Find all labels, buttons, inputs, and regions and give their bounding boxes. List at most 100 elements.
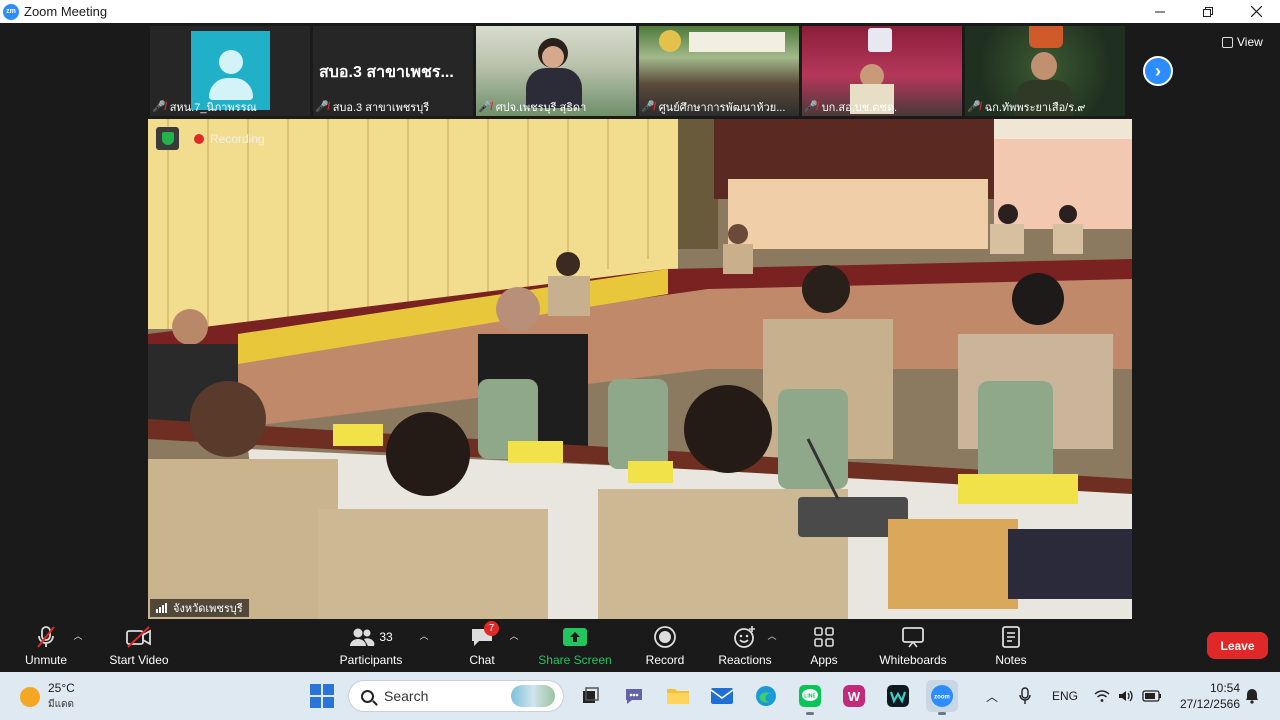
mic-muted-icon: 🎤̸ [315,101,329,113]
microphone-icon [1019,687,1031,704]
teams-chat-button[interactable] [618,680,650,712]
participant-name: สหน.7_นิภาพรรณ [169,101,257,114]
next-page-button[interactable]: › [1143,56,1173,86]
whiteboards-button[interactable]: Whiteboards [874,619,952,672]
participants-icon [350,628,375,646]
reactions-options-button[interactable]: ︿ [764,619,780,672]
start-video-button[interactable]: Start Video [104,619,174,672]
weather-description: มีแดด [48,699,75,710]
taskbar-search[interactable]: Search [348,680,564,712]
participant-name: บก.สอ.บช.ตชด. [821,101,898,114]
record-icon [654,625,676,648]
app-w-button[interactable]: W [838,680,870,712]
participants-options-button[interactable]: ︿ [416,619,432,672]
task-view-button[interactable] [574,680,606,712]
start-button[interactable] [310,684,334,708]
view-button[interactable]: View [1222,35,1263,49]
unmute-button[interactable]: Unmute [22,619,70,672]
volume-icon [1119,690,1133,702]
participant-name: ศูนย์ศึกษาการพัฒนาห้วย... [658,101,786,114]
participant-name: ศปจ.เพชรบุรี สุธิดา [495,101,587,114]
share-screen-button[interactable]: Share Screen [537,619,613,672]
taskbar-clock[interactable]: 10:54 27/12/2566 [1170,680,1240,712]
search-highlight-image [511,685,555,707]
chevron-up-icon: ︿ [986,689,999,704]
share-screen-icon [563,627,587,646]
speaker-name-label: จังหวัดเพชรบุรี [150,599,249,617]
input-language-indicator[interactable]: ENG [1052,672,1078,720]
restore-button[interactable] [1184,0,1232,23]
bell-icon [1246,689,1258,704]
edge-button[interactable] [750,680,782,712]
mail-button[interactable] [706,680,738,712]
minimize-button[interactable] [1136,0,1184,23]
participant-tile[interactable]: 🎤̸ ศปจ.เพชรบุรี สุธิดา [476,26,636,116]
participant-tile[interactable]: 🎤̸ ศูนย์ศึกษาการพัฒนาห้วย... [639,26,799,116]
microphone-tray-icon[interactable] [1018,672,1032,720]
window-titlebar: zm Zoom Meeting [0,0,1280,23]
minimize-icon [1155,11,1165,12]
apps-label: Apps [810,652,838,667]
mail-icon [710,688,734,704]
chat-button[interactable]: 7 Chat [462,619,502,672]
weather-temperature: 25°C [48,681,75,695]
recording-indicator: Recording [194,132,265,146]
whiteboards-label: Whiteboards [879,652,947,667]
file-explorer-button[interactable] [662,680,694,712]
participant-strip: 🎤̸ สหน.7_นิภาพรรณ สบอ.3 สาขาเพชร... 🎤̸ สบอ… [150,26,1125,116]
chevron-up-icon: ︿ [419,631,429,641]
audio-options-button[interactable]: ︿ [70,619,86,672]
chevron-up-icon: ︿ [73,631,83,641]
record-label: Record [645,652,685,667]
clock-time: 10:54 [1209,681,1240,695]
participant-name: ฉก.ทัพพระยาเสือ/ร.๙ [984,101,1086,114]
webex-button[interactable] [882,680,914,712]
weather-widget[interactable]: 25°C มีแดด [20,681,75,712]
chevron-up-icon: ︿ [767,631,777,641]
unmute-label: Unmute [24,652,68,667]
whiteboard-icon [902,626,924,647]
recording-dot-icon [194,134,204,144]
wifi-icon [1094,690,1110,702]
mic-muted-icon [37,625,55,648]
apps-button[interactable]: Apps [804,619,844,672]
window-title: Zoom Meeting [24,4,108,19]
zoom-icon: zoom [931,685,953,707]
participant-tile[interactable]: 🎤̸ บก.สอ.บช.ตชด. [802,26,962,116]
zoom-taskbar-button[interactable]: zoom [926,680,958,715]
leave-button[interactable]: Leave [1207,632,1268,659]
line-app-button[interactable]: LINE [794,680,826,715]
reactions-icon [734,625,755,648]
search-icon [361,689,374,703]
close-icon [1250,6,1262,17]
participants-button[interactable]: 33 Participants [336,619,406,672]
mic-muted-icon: 🎤̸ [641,101,655,113]
participants-count: 33 [379,629,393,644]
show-hidden-icons-button[interactable]: ︿ [986,672,998,720]
recording-label: Recording [210,132,265,146]
apps-icon [814,626,834,647]
signal-bars-icon [156,603,167,613]
view-grid-icon [1222,36,1233,48]
participant-tile[interactable]: สบอ.3 สาขาเพชร... 🎤̸ สบอ.3 สาขาเพชรบุรี [313,26,473,116]
notes-icon [1002,625,1020,648]
close-button[interactable] [1232,0,1280,23]
view-label: View [1237,35,1263,49]
search-placeholder: Search [384,688,429,704]
video-off-icon [126,625,151,648]
task-view-icon [583,687,599,703]
notes-button[interactable]: Notes [990,619,1032,672]
participant-tile[interactable]: 🎤̸ ฉก.ทัพพระยาเสือ/ร.๙ [965,26,1125,116]
active-speaker-video: Recording จังหวัดเพชรบุรี [148,119,1132,619]
participant-name: สบอ.3 สาขาเพชรบุรี [332,101,430,114]
chat-options-button[interactable]: ︿ [506,619,522,672]
system-tray-quick-settings[interactable] [1094,672,1162,720]
webex-icon [887,685,909,707]
speaker-name: จังหวัดเพชรบุรี [173,603,243,615]
security-shield-icon[interactable] [156,127,179,150]
record-button[interactable]: Record [641,619,689,672]
notifications-button[interactable] [1245,672,1259,720]
participant-tile[interactable]: 🎤̸ สหน.7_นิภาพรรณ [150,26,310,116]
language-label: ENG [1052,689,1079,703]
svg-text:zoom: zoom [934,695,950,701]
